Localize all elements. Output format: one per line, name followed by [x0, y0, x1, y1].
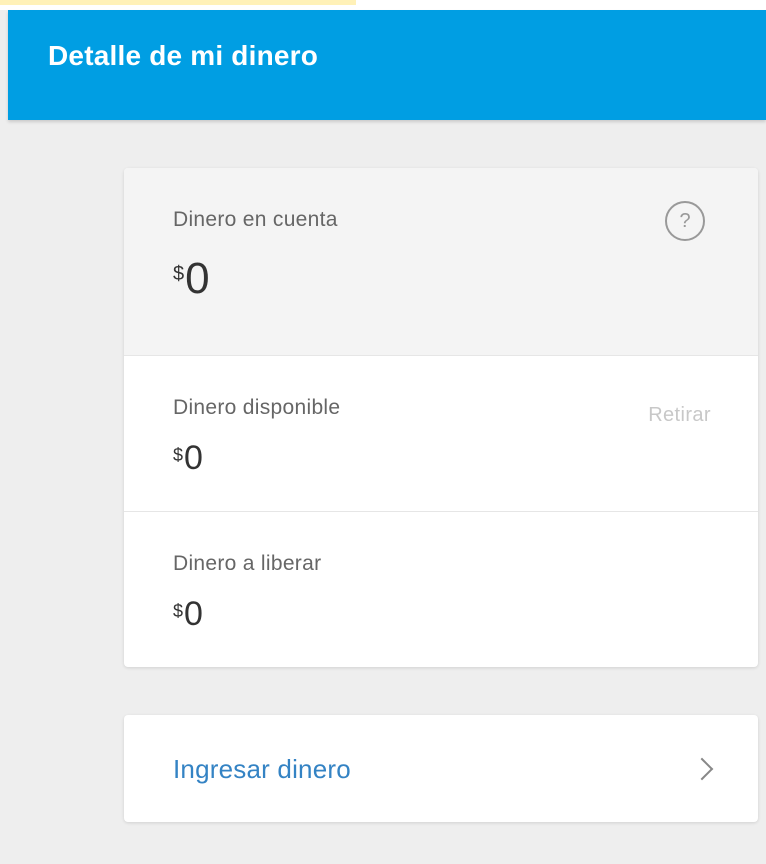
deposit-money-link[interactable]: Ingresar dinero [173, 754, 351, 785]
page-header: Detalle de mi dinero [8, 10, 766, 120]
available-money-amount: $0 [173, 441, 203, 475]
top-strip-tab [0, 0, 356, 5]
available-money-value: 0 [184, 439, 203, 477]
money-to-release-value: 0 [184, 595, 203, 633]
money-to-release-row: Dinero a liberar $0 [124, 512, 758, 667]
money-to-release-amount: $0 [173, 597, 203, 631]
money-in-account-value: 0 [185, 254, 210, 303]
money-balance-card: Dinero en cuenta $0 ? Dinero disponible … [124, 168, 758, 667]
currency-symbol: $ [173, 445, 184, 465]
deposit-money-card[interactable]: Ingresar dinero [124, 715, 758, 822]
available-money-row: Dinero disponible $0 [124, 356, 758, 512]
money-to-release-label: Dinero a liberar [173, 552, 322, 575]
question-circle-icon[interactable]: ? [665, 201, 705, 241]
currency-symbol: $ [173, 601, 184, 621]
money-in-account-label: Dinero en cuenta [173, 208, 338, 231]
money-in-account-row: Dinero en cuenta $0 ? [124, 168, 758, 356]
top-strip [0, 0, 766, 10]
money-in-account-amount: $0 [173, 257, 210, 301]
withdraw-link[interactable]: Retirar [648, 404, 711, 427]
available-money-label: Dinero disponible [173, 396, 341, 419]
currency-symbol: $ [173, 263, 185, 285]
chevron-right-icon [690, 757, 714, 781]
page-title: Detalle de mi dinero [48, 40, 319, 71]
